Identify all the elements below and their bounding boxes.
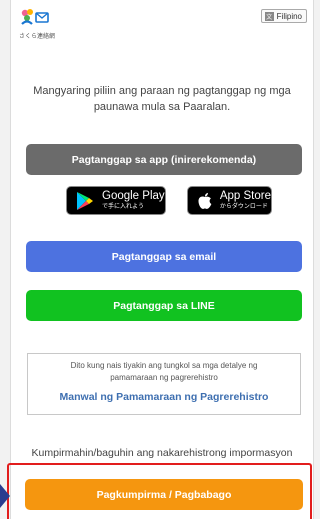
intro-text: Mangyaring piliin ang paraan ng pagtangg…: [11, 83, 313, 115]
app-logo: さくら連絡網: [19, 8, 59, 40]
manual-info-line-1: Dito kung nais tiyakin ang tungkol sa mg…: [70, 361, 258, 370]
app-store-label: App Store: [219, 190, 271, 203]
receive-email-label: Pagtanggap sa email: [111, 250, 217, 263]
google-play-badge[interactable]: Google Play で手に入れよう: [66, 186, 166, 215]
app-store-sublabel: からダウンロード: [219, 203, 268, 210]
manual-info-box: Dito kung nais tiyakin ang tungkol sa mg…: [27, 353, 301, 415]
manual-info-line-2: pamamaraan ng pagrerehistro: [110, 373, 218, 382]
sakura-logo-icon: [21, 9, 49, 25]
page-panel: さくら連絡網 文 Filipino Mangyaring piliin ang …: [10, 0, 314, 519]
intro-line-2: paunawa mula sa Paaralan.: [93, 101, 231, 113]
receive-email-button[interactable]: Pagtanggap sa email: [26, 241, 302, 272]
receive-app-label: Pagtanggap sa app (inirerekomenda): [71, 153, 257, 166]
google-play-sublabel: で手に入れよう: [102, 203, 145, 210]
translate-icon: 文: [264, 11, 274, 21]
logo-text: さくら連絡網: [19, 34, 56, 40]
pointer-arrow-icon: [0, 484, 10, 508]
google-play-icon: [77, 191, 93, 210]
receive-line-button[interactable]: Pagtanggap sa LINE: [26, 290, 302, 321]
apple-icon: [198, 192, 212, 209]
registration-manual-link[interactable]: Manwal ng Pamamaraan ng Pagrerehistro: [60, 391, 269, 403]
language-label: Filipino: [276, 11, 302, 21]
receive-line-label: Pagtanggap sa LINE: [113, 299, 215, 312]
manual-info-text: Dito kung nais tiyakin ang tungkol sa mg…: [28, 360, 300, 384]
app-store-badge[interactable]: App Store からダウンロード: [187, 186, 272, 215]
google-play-label: Google Play: [102, 190, 165, 203]
intro-line-1: Mangyaring piliin ang paraan ng pagtangg…: [33, 85, 291, 97]
confirm-info-label: Kumpirmahin/baguhin ang nakarehistrong i…: [31, 447, 293, 459]
language-button[interactable]: 文 Filipino: [260, 9, 307, 23]
confirm-change-button[interactable]: Pagkumpirma / Pagbabago: [25, 479, 303, 510]
confirm-change-label: Pagkumpirma / Pagbabago: [96, 488, 232, 501]
receive-app-button[interactable]: Pagtanggap sa app (inirerekomenda): [26, 144, 302, 175]
